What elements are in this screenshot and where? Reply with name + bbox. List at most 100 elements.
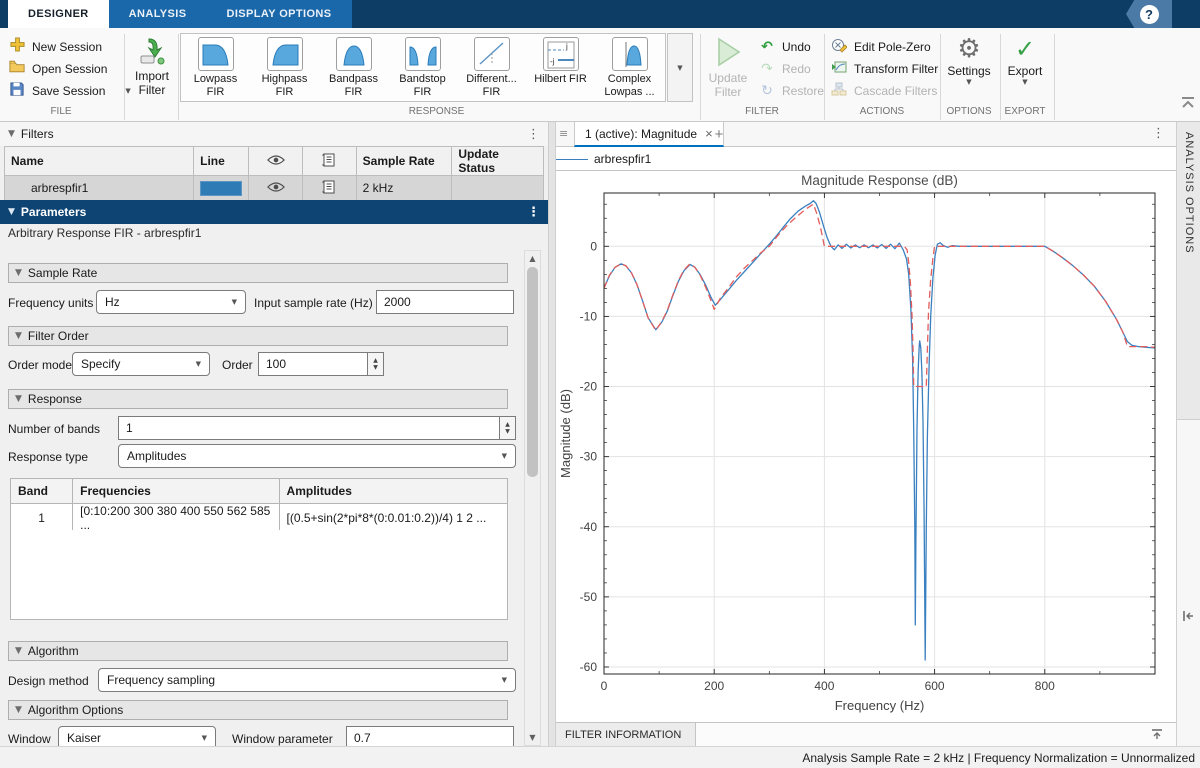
edit-pole-zero-button[interactable]: Edit Pole-Zero [830, 36, 931, 57]
band-column-amplitudes: Amplitudes [279, 479, 507, 504]
column-header-name: Name [5, 147, 194, 176]
open-session-button[interactable]: Open Session [8, 58, 107, 79]
filters-kebab-icon[interactable]: ⋮ [527, 127, 540, 142]
sample-rate-section-bar[interactable]: ▼Sample Rate [8, 263, 508, 283]
design-method-dropdown[interactable]: Frequency sampling▼ [98, 668, 516, 692]
undo-button[interactable]: ↶ Undo [758, 36, 811, 57]
window-parameter-field[interactable] [346, 726, 514, 746]
input-sample-rate-label: Input sample rate (Hz) [254, 296, 373, 310]
visibility-column-icon [255, 154, 296, 169]
gallery-item-hilbert-fir[interactable]: j-jHilbert FIR [526, 34, 595, 101]
window-parameter-label: Window parameter [232, 732, 333, 746]
panel-splitter[interactable] [548, 122, 556, 746]
update-filter-button[interactable]: UpdateFilter [703, 36, 753, 99]
restore-button[interactable]: ↻ Restore [758, 80, 824, 101]
magnitude-response-plot[interactable]: 02004006008000-10-20-30-40-50-60Magnitud… [556, 171, 1176, 722]
differentiator-fir-icon [474, 37, 510, 71]
tab-designer[interactable]: DESIGNER [8, 0, 109, 28]
gallery-item-bandpass-fir[interactable]: BandpassFIR [319, 34, 388, 101]
designer-left-panel: ▼ Filters ⋮ NameLineSample RateUpdate St… [0, 122, 548, 746]
gallery-item-highpass-fir[interactable]: HighpassFIR [250, 34, 319, 101]
column-header-update-status: Update Status [452, 147, 544, 176]
expand-panel-icon[interactable] [1182, 610, 1195, 625]
magnitude-plot-tab[interactable]: 1 (active): Magnitude × [574, 122, 724, 147]
bandpass-fir-icon [336, 37, 372, 71]
order-label: Order [222, 358, 253, 372]
line-color-cell[interactable] [194, 176, 249, 201]
cascade-filters-button[interactable]: Cascade Filters [830, 80, 937, 101]
algorithm-section-bar[interactable]: ▼Algorithm [8, 641, 508, 661]
restore-icon: ↻ [758, 83, 776, 99]
window-dropdown[interactable]: Kaiser▼ [58, 726, 216, 746]
band-column-band: Band [11, 479, 73, 504]
filters-section-header[interactable]: ▼ Filters ⋮ [0, 122, 548, 146]
gallery-item-lowpass-fir[interactable]: LowpassFIR [181, 34, 250, 101]
file-group-label: FILE [0, 106, 122, 120]
collapse-triangle-icon: ▼ [8, 129, 15, 139]
svg-text:200: 200 [704, 679, 724, 693]
frequency-units-dropdown[interactable]: Hz▼ [96, 290, 246, 314]
band-row[interactable]: 1[0:10:200 300 380 400 550 562 585 ...[(… [11, 504, 508, 533]
filters-table: NameLineSample RateUpdate Status arbresp… [4, 146, 544, 201]
number-of-bands-spinner[interactable]: ▲▼ [500, 416, 516, 440]
order-spinner[interactable]: ▲▼ [368, 352, 384, 376]
collapse-ribbon-button[interactable] [1180, 96, 1196, 110]
algorithm-options-section-bar[interactable]: ▼Algorithm Options [8, 700, 508, 720]
gallery-item-differentiator-fir[interactable]: Different...FIR [457, 34, 526, 101]
new-session-icon [8, 37, 26, 56]
annotation-cell[interactable] [302, 176, 356, 201]
tab-analysis[interactable]: ANALYSIS [109, 0, 207, 28]
filter-row-arbrespfir1[interactable]: arbrespfir12 kHz [5, 176, 544, 201]
gear-icon: ⚙ [957, 34, 980, 64]
gallery-item-complex-lowpass[interactable]: ComplexLowpas ... [595, 34, 664, 101]
export-button[interactable]: ✓ Export ▼ [1002, 34, 1048, 86]
open-folder-icon [8, 60, 26, 77]
gallery-overflow-button[interactable]: ▼ [667, 33, 693, 102]
svg-text:-40: -40 [580, 520, 598, 534]
order-mode-dropdown[interactable]: Specify▼ [72, 352, 210, 376]
scroll-up-button[interactable]: ▲ [525, 251, 540, 266]
filter-information-tab[interactable]: FILTER INFORMATION [556, 723, 696, 747]
collapse-panel-icon[interactable] [1150, 728, 1164, 744]
tab-grip-icon[interactable]: ≡ [559, 127, 568, 140]
new-plot-tab-button[interactable]: + [708, 124, 730, 144]
scroll-down-button[interactable]: ▼ [525, 730, 540, 745]
filter-designer-app: DESIGNER ANALYSIS DISPLAY OPTIONS ? New … [0, 0, 1200, 768]
response-group-label: RESPONSE [180, 106, 693, 120]
response-type-dropdown[interactable]: Amplitudes▼ [118, 444, 516, 468]
visibility-cell[interactable] [249, 176, 303, 201]
transform-icon [830, 60, 848, 78]
number-of-bands-field[interactable] [118, 416, 500, 440]
analysis-options-strip: ANALYSIS OPTIONS [1176, 122, 1200, 746]
divider [700, 34, 701, 120]
transform-filter-button[interactable]: Transform Filter [830, 58, 938, 79]
parameters-section-header[interactable]: ▼ Parameters ⋮ [0, 200, 548, 224]
filters-table-header: NameLineSample RateUpdate Status [5, 147, 544, 176]
scrollbar-thumb[interactable] [527, 267, 538, 477]
analysis-options-tab[interactable]: ANALYSIS OPTIONS [1177, 122, 1200, 420]
gallery-item-bandstop-fir[interactable]: BandstopFIR [388, 34, 457, 101]
new-session-button[interactable]: New Session [8, 36, 102, 57]
parameters-scrollbar[interactable]: ▲ ▼ [524, 250, 541, 746]
input-sample-rate-field[interactable] [376, 290, 514, 314]
divider [124, 34, 125, 120]
order-field[interactable] [258, 352, 368, 376]
redo-button[interactable]: ↷ Redo [758, 58, 811, 79]
import-filter-button[interactable]: ImportFilter [128, 36, 176, 97]
response-section-bar[interactable]: ▼Response [8, 389, 508, 409]
svg-text:400: 400 [814, 679, 834, 693]
filter-order-section-bar[interactable]: ▼Filter Order [8, 326, 508, 346]
band-table: BandFrequenciesAmplitudes 1[0:10:200 300… [10, 478, 508, 533]
save-session-button[interactable]: Save Session ▼ [8, 80, 131, 101]
help-icon[interactable]: ? [1140, 5, 1159, 24]
help-flag: ? [1126, 0, 1172, 28]
parameters-kebab-icon[interactable]: ⋮ [527, 205, 540, 220]
settings-button[interactable]: ⚙ Settings ▼ [944, 34, 994, 86]
filter-name-cell[interactable]: arbrespfir1 [5, 176, 194, 201]
plot-kebab-icon[interactable]: ⋮ [1152, 126, 1165, 141]
svg-text:-20: -20 [580, 380, 598, 394]
plot-tab-bar: ≡ 1 (active): Magnitude × + ⋮ [556, 122, 1176, 147]
tab-display-options[interactable]: DISPLAY OPTIONS [206, 0, 351, 28]
update-status-cell [452, 176, 544, 201]
band-table-header: BandFrequenciesAmplitudes [11, 479, 508, 504]
